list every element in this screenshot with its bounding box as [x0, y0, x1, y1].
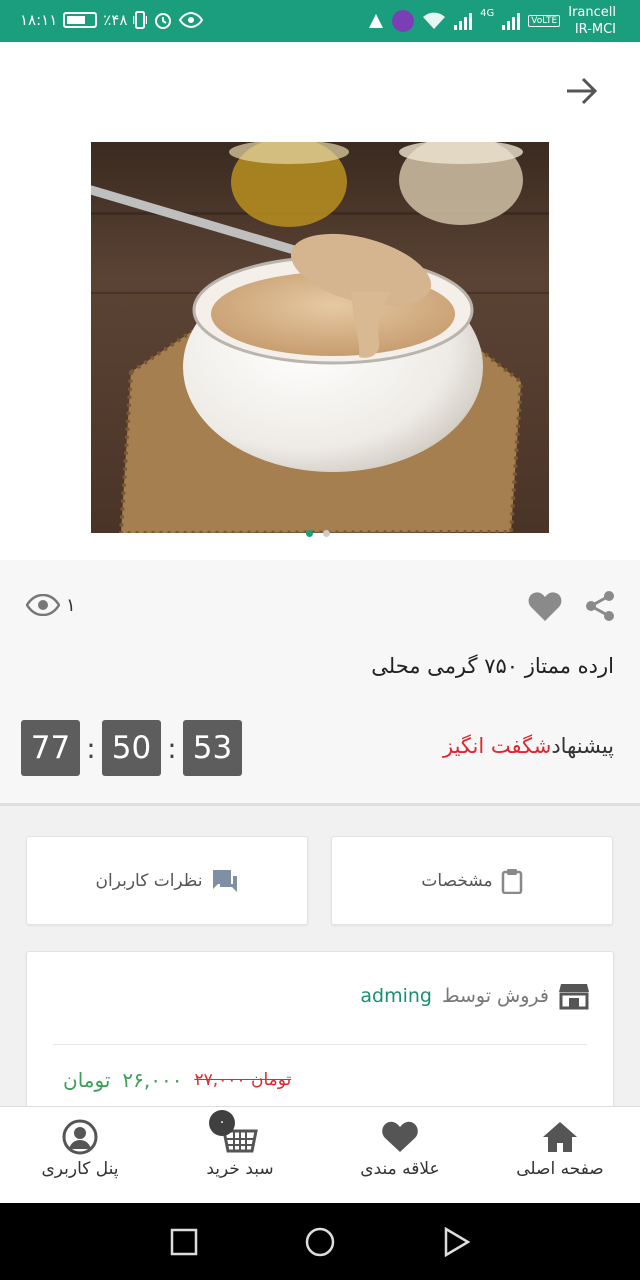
- nav-home[interactable]: صفحه اصلی: [480, 1107, 640, 1204]
- status-bar: ۱۸:۱۱ ٪۴۸ 4G VoLTE Irancell IR-MCI: [0, 0, 640, 42]
- divider: [53, 1044, 587, 1045]
- slide-dot[interactable]: [323, 530, 330, 537]
- product-image[interactable]: [91, 142, 549, 533]
- vibrate-icon: [133, 11, 148, 29]
- timer-separator: :: [86, 731, 96, 765]
- network-type: 4G: [480, 8, 495, 19]
- home-circle-icon[interactable]: [303, 1225, 337, 1259]
- status-left: ۱۸:۱۱ ٪۴۸: [20, 10, 204, 30]
- product-title: ارده ممتاز ۷۵۰ گرمی محلی: [371, 654, 614, 678]
- battery-icon: [63, 12, 98, 28]
- nav-home-label: صفحه اصلی: [516, 1159, 604, 1179]
- user-icon: [62, 1119, 98, 1155]
- product-gallery: [0, 42, 640, 560]
- nav-favorites[interactable]: علاقه مندی: [320, 1107, 480, 1204]
- offer-prefix: پیشنهاد: [551, 734, 614, 758]
- timer-separator: :: [167, 731, 177, 765]
- price-new-value: ۲۶,۰۰۰: [122, 1068, 183, 1092]
- status-right: 4G VoLTE Irancell IR-MCI: [368, 4, 616, 38]
- specs-tab-label: مشخصات: [421, 870, 493, 891]
- offer-highlight: شگفت انگیز: [443, 734, 552, 758]
- signal-bars-1-icon: [454, 12, 473, 30]
- alarm-icon: [155, 13, 172, 29]
- eye-comfort-icon: [179, 12, 204, 28]
- views-count: ۱: [66, 594, 76, 616]
- viber-icon: [392, 10, 415, 32]
- carriers: Irancell IR-MCI: [568, 4, 616, 38]
- nav-profile[interactable]: پنل کاربری: [0, 1107, 160, 1204]
- seller-name-link[interactable]: adming: [360, 985, 432, 1007]
- reviews-tab-button[interactable]: نظرات کاربران: [26, 836, 308, 925]
- system-navigation-bar: [0, 1203, 640, 1280]
- slide-indicator: [306, 530, 330, 537]
- nav-cart[interactable]: سبد خرید: [160, 1107, 320, 1204]
- price-new-currency: تومان: [63, 1068, 111, 1092]
- seller-card: فروش توسط adming تومان ۲۶,۰۰۰ ۲۷,۰۰۰ توم…: [26, 951, 614, 1121]
- slide-dot-active[interactable]: [306, 530, 313, 537]
- comments-icon: [212, 869, 237, 892]
- countdown-timer: 77 : 50 : 53: [21, 720, 242, 776]
- recents-icon[interactable]: [167, 1225, 201, 1259]
- nav-favorites-label: علاقه مندی: [360, 1159, 440, 1179]
- battery-level: ٪۴۸: [103, 11, 128, 29]
- timer-hours: 77: [21, 720, 80, 776]
- home-icon: [543, 1122, 577, 1152]
- nav-profile-label: پنل کاربری: [41, 1159, 119, 1179]
- product-info: ۱ ارده ممتاز ۷۵۰ گرمی محلی پیشنهادشگفت ا…: [0, 560, 640, 806]
- carrier-1: Irancell: [568, 5, 616, 20]
- timer-seconds: 53: [183, 720, 242, 776]
- cart-count-badge: ۰: [209, 1110, 235, 1136]
- reviews-tab-label: نظرات کاربران: [95, 870, 203, 891]
- back-arrow-icon[interactable]: [562, 76, 602, 112]
- views-counter: ۱: [26, 594, 76, 616]
- specs-tab-button[interactable]: مشخصات: [331, 836, 613, 925]
- volte-badge: VoLTE: [528, 15, 561, 27]
- bottom-navigation: صفحه اصلی علاقه مندی سبد خرید پنل کاربری: [0, 1106, 640, 1203]
- wifi-icon: [423, 12, 446, 29]
- tahini-bowl-photo: [91, 142, 549, 533]
- signal-bars-2-icon: [502, 12, 521, 30]
- share-icon[interactable]: [584, 590, 616, 622]
- warning-icon: [369, 14, 384, 28]
- favorite-heart-icon[interactable]: [528, 590, 562, 622]
- price-old: ۲۷,۰۰۰ تومان: [194, 1070, 292, 1090]
- eye-icon: [26, 594, 60, 616]
- special-offer-label: پیشنهادشگفت انگیز: [443, 734, 614, 758]
- status-time: ۱۸:۱۱: [20, 11, 58, 29]
- sold-by-label: فروش توسط: [441, 985, 549, 1007]
- back-triangle-icon[interactable]: [439, 1225, 473, 1259]
- clipboard-icon: [501, 868, 522, 894]
- price-row: تومان ۲۶,۰۰۰ ۲۷,۰۰۰ تومان: [63, 1068, 291, 1092]
- carrier-2: IR-MCI: [574, 22, 616, 37]
- seller-row: فروش توسط adming: [360, 982, 589, 1010]
- timer-minutes: 50: [102, 720, 161, 776]
- heart-icon: [382, 1121, 418, 1152]
- nav-cart-label: سبد خرید: [206, 1159, 274, 1179]
- store-icon: [559, 984, 589, 1010]
